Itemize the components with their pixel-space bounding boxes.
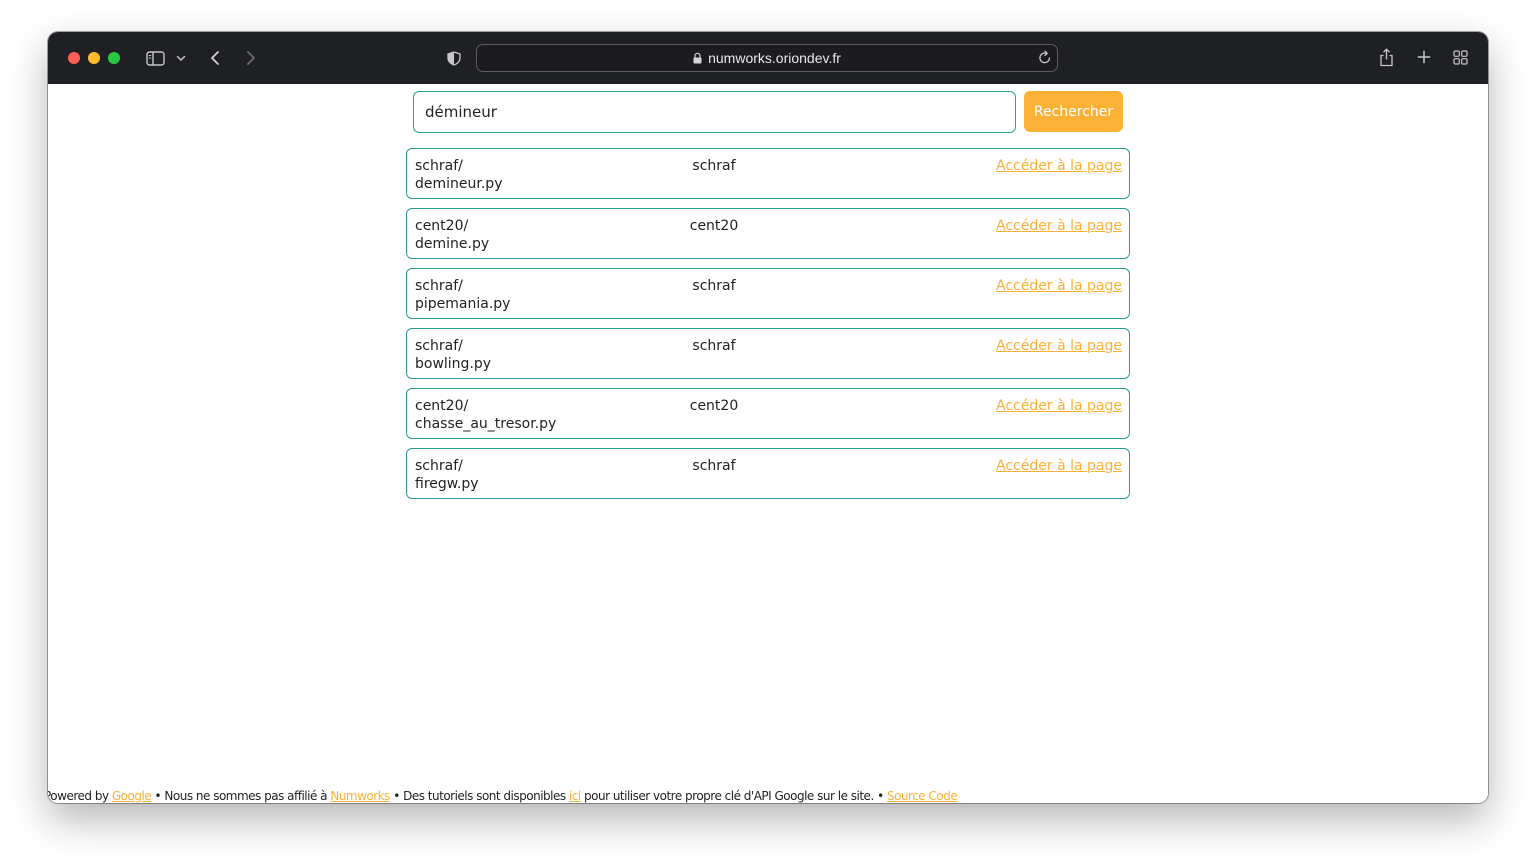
open-page-link[interactable]: Accéder à la page: [996, 157, 1122, 175]
open-page-link[interactable]: Accéder à la page: [996, 217, 1122, 235]
result-filename: demineur.py: [415, 176, 503, 192]
result-filename: demine.py: [415, 236, 490, 252]
result-card: schraf/ pipemania.py schraf Accéder à la…: [406, 268, 1130, 319]
back-icon[interactable]: [208, 48, 222, 68]
result-filename: pipemania.py: [415, 296, 511, 312]
result-folder: schraf/: [415, 278, 463, 294]
open-page-link[interactable]: Accéder à la page: [996, 457, 1122, 475]
footer-text: Powered by: [48, 789, 112, 803]
privacy-shield-icon[interactable]: [446, 50, 462, 66]
result-author: schraf: [692, 278, 736, 294]
result-card: schraf/ bowling.py schraf Accéder à la p…: [406, 328, 1130, 379]
result-folder: schraf/: [415, 338, 463, 354]
url-text: numworks.oriondev.fr: [708, 50, 841, 66]
new-tab-icon[interactable]: [1416, 49, 1432, 65]
tutorial-link[interactable]: ici: [569, 789, 581, 803]
footer-text: pour utiliser votre propre clé d'API Goo…: [580, 789, 887, 803]
result-folder: cent20/: [415, 218, 469, 234]
result-path: schraf/ firegw.py: [415, 457, 479, 493]
result-author: schraf: [692, 458, 736, 474]
reload-icon[interactable]: [1038, 49, 1052, 68]
address-bar[interactable]: numworks.oriondev.fr: [476, 44, 1058, 72]
result-folder: schraf/: [415, 458, 463, 474]
result-path: schraf/ pipemania.py: [415, 277, 510, 313]
source-code-link[interactable]: Source Code: [887, 789, 958, 803]
result-folder: schraf/: [415, 158, 463, 174]
zoom-window-button[interactable]: [108, 52, 120, 64]
forward-icon[interactable]: [244, 48, 258, 68]
result-card: cent20/ chasse_au_tresor.py cent20 Accéd…: [406, 388, 1130, 439]
footer-text: • Des tutoriels sont disponibles: [389, 789, 569, 803]
page-footer: Powered by Google • Nous ne sommes pas a…: [48, 789, 958, 803]
browser-toolbar: numworks.oriondev.fr: [48, 32, 1488, 85]
open-page-link[interactable]: Accéder à la page: [996, 397, 1122, 415]
page-content: Rechercher schraf/ demineur.py schraf Ac…: [48, 84, 1488, 803]
result-filename: chasse_au_tresor.py: [415, 416, 557, 432]
search-button[interactable]: Rechercher: [1024, 91, 1123, 132]
open-page-link[interactable]: Accéder à la page: [996, 337, 1122, 355]
google-link[interactable]: Google: [112, 789, 152, 803]
result-path: cent20/ chasse_au_tresor.py: [415, 397, 556, 433]
browser-window: numworks.oriondev.fr Rechercher schraf/ …: [48, 32, 1488, 803]
lock-icon: [693, 52, 702, 64]
result-author: schraf: [692, 158, 736, 174]
result-path: cent20/ demine.py: [415, 217, 489, 253]
result-author: cent20: [689, 218, 739, 234]
search-input[interactable]: [413, 91, 1016, 133]
footer-text: • Nous ne sommes pas affilié à: [151, 789, 331, 803]
close-window-button[interactable]: [68, 52, 80, 64]
result-path: schraf/ demineur.py: [415, 157, 502, 193]
minimize-window-button[interactable]: [88, 52, 100, 64]
result-author: schraf: [692, 338, 736, 354]
result-folder: cent20/: [415, 398, 469, 414]
sidebar-icon[interactable]: [145, 49, 165, 67]
result-filename: firegw.py: [415, 476, 479, 492]
result-author: cent20: [689, 398, 739, 414]
numworks-link[interactable]: Numworks: [330, 789, 390, 803]
results-list: schraf/ demineur.py schraf Accéder à la …: [406, 148, 1130, 508]
result-card: schraf/ firegw.py schraf Accéder à la pa…: [406, 448, 1130, 499]
result-filename: bowling.py: [415, 356, 492, 372]
result-card: cent20/ demine.py cent20 Accéder à la pa…: [406, 208, 1130, 259]
tab-overview-icon[interactable]: [1452, 49, 1468, 65]
result-path: schraf/ bowling.py: [415, 337, 491, 373]
share-icon[interactable]: [1378, 47, 1394, 67]
result-card: schraf/ demineur.py schraf Accéder à la …: [406, 148, 1130, 199]
chevron-down-icon[interactable]: [175, 52, 187, 64]
open-page-link[interactable]: Accéder à la page: [996, 277, 1122, 295]
